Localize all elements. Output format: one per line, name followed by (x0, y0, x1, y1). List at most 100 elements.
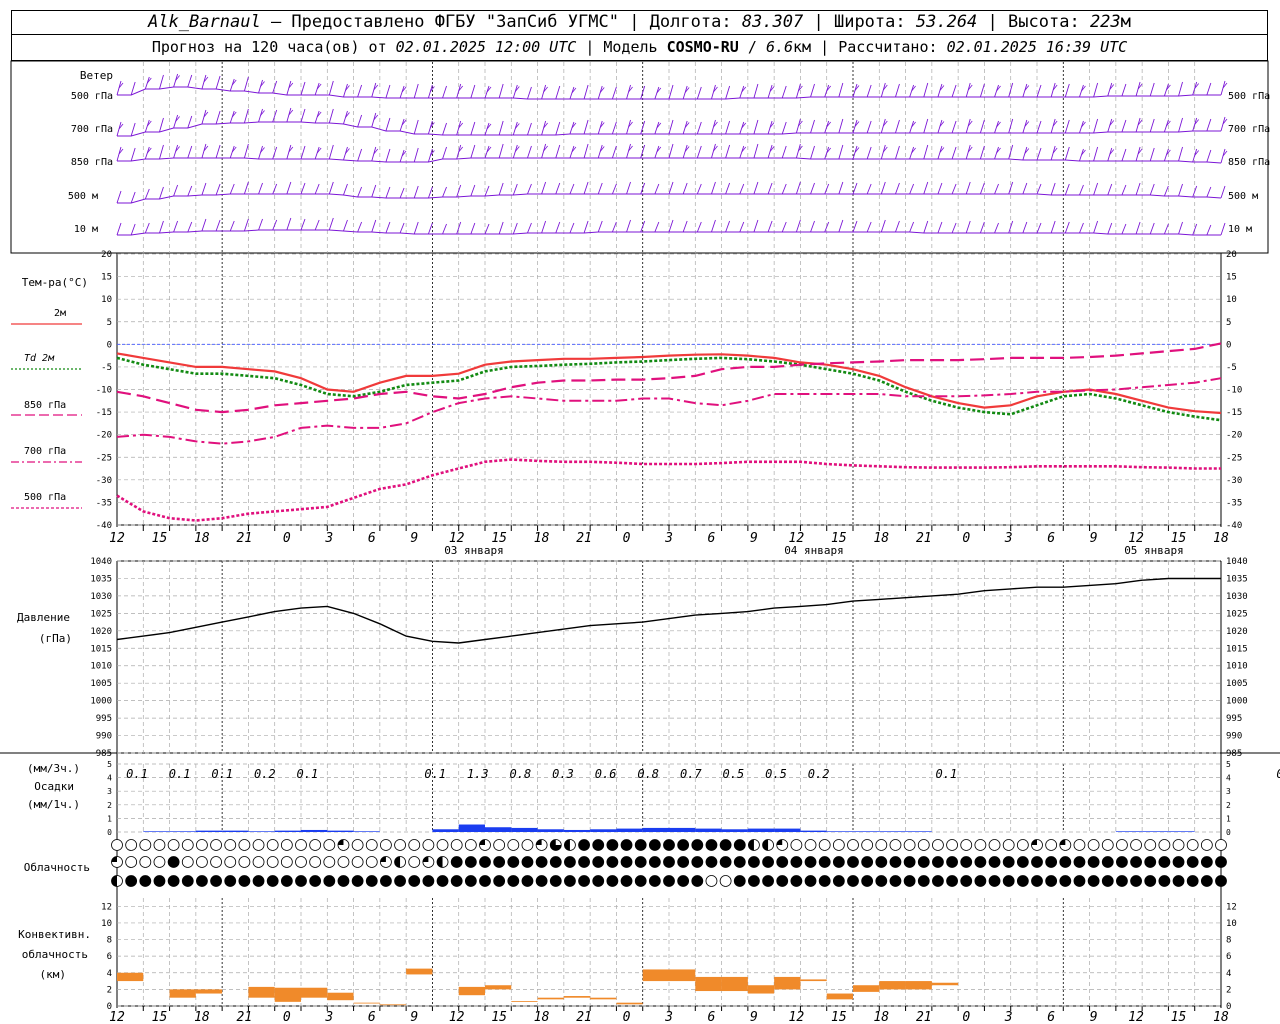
wind-barb (1220, 222, 1226, 236)
cloud-symbol (932, 839, 944, 851)
convective-bar (458, 986, 485, 996)
precip-tick-right: 1 (1226, 814, 1231, 823)
wind-barb (173, 220, 179, 233)
cloud-symbol (153, 839, 166, 851)
wind-barb (951, 84, 957, 98)
cloud-symbol (790, 875, 803, 887)
cloud-symbol (960, 875, 973, 887)
wind-barb (187, 145, 193, 159)
wind-barb (470, 84, 476, 99)
wind-barb (965, 220, 971, 234)
conv-tick-left: 0 (107, 1002, 112, 1012)
conv-tick-right: 8 (1226, 936, 1231, 946)
wind-barb (187, 115, 193, 129)
cloud-symbol (663, 875, 675, 887)
wind-level-10m-right: 10 м (1228, 224, 1252, 235)
cloud-symbol (620, 875, 633, 887)
pres-tick-right: 1025 (1226, 609, 1248, 619)
cloud-symbol (606, 839, 619, 851)
cloud-symbol (351, 856, 364, 868)
cloud-symbol-half (111, 875, 117, 887)
cloud-symbol (450, 875, 463, 887)
precip-3h-label: 0.2 (254, 767, 276, 781)
precip-3h-label: 0.5 (723, 767, 745, 781)
cloud-symbol-half (394, 856, 401, 868)
cloud-symbol-quarter (380, 856, 386, 862)
wind-barb (1036, 222, 1042, 234)
cloud-symbol (946, 875, 958, 887)
convective-bar (616, 1002, 643, 1005)
cloud-symbol (875, 856, 888, 868)
cloud-symbol (1073, 839, 1086, 851)
wind-barb (979, 83, 985, 98)
wind-barb (923, 181, 929, 195)
cloud-symbol (677, 875, 690, 887)
pres-tick-right: 995 (1226, 714, 1242, 724)
wind-barb (753, 219, 759, 233)
wind-barb (215, 144, 221, 159)
cloud-symbol (365, 856, 378, 868)
hour-label-bottom: 18 (873, 1010, 889, 1024)
cloud-symbol (266, 856, 279, 868)
hour-label-bottom: 15 (1171, 1010, 1187, 1024)
cloud-symbol (960, 856, 973, 868)
cloud-symbol (620, 839, 633, 851)
wind-barb (1178, 146, 1183, 162)
wind-barb (611, 86, 617, 100)
cloud-symbol (790, 839, 803, 851)
cloud-symbol (705, 839, 718, 851)
hour-label: 6 (368, 531, 376, 546)
wind-barb (597, 182, 603, 195)
cloud-symbol (1158, 839, 1171, 851)
precip-3h-label: 0.1 (936, 767, 958, 781)
cloud-symbol (719, 856, 732, 868)
wind-barb (767, 182, 773, 195)
wind-barb (810, 220, 815, 233)
temp-tick-right: -40 (1226, 521, 1242, 531)
wind-barb (781, 145, 787, 159)
cloud-symbol (578, 875, 590, 887)
cloud-symbol (1073, 875, 1086, 887)
wind-barb (187, 74, 193, 88)
cloud-symbol (946, 839, 958, 851)
wind-barb (187, 221, 193, 233)
cloud-symbol (196, 839, 208, 851)
cloud-symbol (875, 839, 888, 851)
temp-tick-left: -30 (96, 476, 112, 486)
wind-barb (611, 121, 617, 135)
cloud-symbol (861, 875, 874, 887)
cloud-symbol (309, 875, 322, 887)
precip-bar (143, 831, 170, 832)
cloud-symbol (139, 856, 152, 868)
wind-barb (555, 221, 561, 234)
wind-barb (640, 182, 646, 195)
wind-barb (385, 186, 391, 199)
wind-barb (215, 75, 221, 90)
cloud-symbol (479, 856, 491, 868)
convective-bar (511, 1001, 538, 1002)
wind-barb (215, 183, 221, 196)
pressure-panel-unit: (гПа) (39, 632, 72, 645)
wind-barb (909, 183, 915, 195)
wind-barb (583, 84, 589, 100)
wind-barb (895, 182, 900, 195)
precip-bar (774, 828, 801, 832)
cloud-symbol (1087, 856, 1100, 868)
wind-barb (937, 221, 943, 234)
temp-tick-left: -35 (96, 498, 112, 508)
cloud-symbol (196, 875, 208, 887)
cloud-symbol (1172, 839, 1185, 851)
wind-barb (343, 183, 348, 196)
wind-barb (739, 221, 745, 233)
pres-tick-right: 1035 (1226, 574, 1248, 584)
wind-barb (427, 222, 433, 235)
wind-barb (201, 218, 207, 232)
date-label: 05 января (1124, 544, 1184, 557)
pres-tick-left: 1005 (90, 679, 112, 689)
wind-barb (343, 219, 348, 232)
cloud-symbol (804, 839, 817, 851)
pres-tick-right: 1010 (1226, 662, 1248, 672)
precip-bar (301, 829, 328, 832)
cloud-symbol (719, 875, 732, 887)
wind-barb (300, 145, 306, 160)
